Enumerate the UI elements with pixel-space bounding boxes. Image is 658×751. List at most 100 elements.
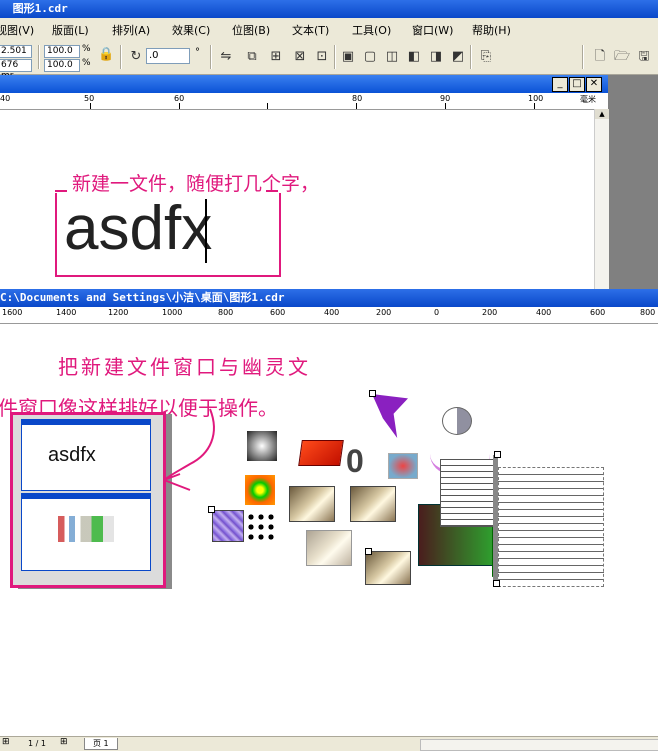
sample-text[interactable]: asdfx <box>64 191 212 267</box>
menu-arrange[interactable]: 排列(A) <box>112 22 150 38</box>
menu-effects[interactable]: 效果(C) <box>172 22 210 38</box>
thumbnail-frame: asdfx <box>10 412 166 588</box>
annotation-arrow <box>163 408 215 491</box>
selection-handle[interactable] <box>493 580 500 587</box>
front-minus-back-icon[interactable]: ◨ <box>428 49 444 65</box>
ruler-label: 600 <box>590 308 606 317</box>
menu-help[interactable]: 帮助(H) <box>472 22 511 38</box>
separator <box>582 45 584 69</box>
pink-bracket-top-right <box>266 190 278 192</box>
scale-x-field[interactable]: 100.0 <box>44 45 80 58</box>
thumb-window-1: asdfx <box>21 419 151 491</box>
close-button[interactable]: ✕ <box>586 77 602 92</box>
menu-tools[interactable]: 工具(O) <box>352 22 391 38</box>
radial-green-square[interactable] <box>245 475 275 505</box>
save-document-icon[interactable]: 🖫 <box>636 49 652 65</box>
simplify-icon[interactable]: ◧ <box>406 49 422 65</box>
app-title-bar: 图形1.cdr <box>0 0 658 18</box>
separator <box>38 45 40 69</box>
photo-4[interactable] <box>365 551 411 585</box>
weld-icon[interactable]: ▣ <box>340 49 356 65</box>
percent-label-2: % <box>82 58 91 68</box>
ungroup-icon[interactable]: ⊠ <box>292 49 308 65</box>
minimize-button[interactable]: _ <box>552 77 568 92</box>
percent-label: % <box>82 44 91 54</box>
ruler-tick <box>90 103 91 109</box>
app-title: 图形1.cdr <box>12 2 68 15</box>
object-height-field[interactable]: 676 mr <box>0 59 32 81</box>
convert-to-curves-icon[interactable]: ⎘ <box>478 49 494 65</box>
purple-arrow-shape[interactable] <box>372 394 408 438</box>
intersect-icon[interactable]: ◫ <box>384 49 400 65</box>
ruler-label: 0 <box>434 308 440 317</box>
zero-shape[interactable]: 0 <box>346 445 364 477</box>
menu-window[interactable]: 窗口(W) <box>412 22 453 38</box>
purple-texture-square[interactable] <box>212 510 244 542</box>
vertical-scrollbar[interactable]: ▲ <box>594 109 609 289</box>
photo-2[interactable] <box>350 486 396 522</box>
page-navigator-bar: ⊞ 1 / 1 ⊞ 页 1 <box>0 736 658 751</box>
selection-handle[interactable] <box>369 390 376 397</box>
selection-handle[interactable] <box>494 451 501 458</box>
menu-view[interactable]: 视图(V) <box>0 22 34 38</box>
thumb-window-2 <box>21 493 151 571</box>
horizontal-ruler[interactable]: 40 50 60 80 90 100 毫米 <box>0 93 608 110</box>
menu-bitmaps[interactable]: 位图(B) <box>232 22 270 38</box>
red-3d-box[interactable] <box>298 440 344 466</box>
ruler-label: 100 <box>528 94 544 103</box>
ungroup-all-icon[interactable]: ⊡ <box>314 49 330 65</box>
trim-icon[interactable]: ▢ <box>362 49 378 65</box>
menu-text[interactable]: 文本(T) <box>292 22 329 38</box>
ruler-label: 600 <box>270 308 286 317</box>
first-page-button[interactable]: ⊞ <box>2 737 10 747</box>
object-width-field[interactable]: 2.501 n <box>0 45 32 67</box>
horizontal-scrollbar[interactable] <box>420 739 658 751</box>
document-window-ghost: C:\Documents and Settings\小洁\桌面\图形1.cdr … <box>0 289 658 736</box>
photo-1[interactable] <box>289 486 335 522</box>
open-document-icon[interactable]: 🗁 <box>614 49 630 65</box>
scroll-up-arrow[interactable]: ▲ <box>595 109 609 119</box>
lined-document[interactable] <box>440 459 498 527</box>
gradient-square[interactable] <box>247 431 277 461</box>
page-tab-1[interactable]: 页 1 <box>84 738 118 750</box>
document-window-new: _ □ ✕ 40 50 60 80 90 100 毫米 ▲ 新建一文件，随便打几… <box>0 75 609 289</box>
photo-3[interactable] <box>306 530 352 566</box>
horizontal-ruler-2[interactable]: 1600 1400 1200 1000 800 600 400 200 0 20… <box>0 307 658 324</box>
menu-layout[interactable]: 版面(L) <box>52 22 89 38</box>
ruler-label: 90 <box>440 94 451 103</box>
ruler-label: 800 <box>218 308 234 317</box>
maximize-button[interactable]: □ <box>569 77 585 92</box>
combine-icon[interactable]: ⧉ <box>244 49 260 65</box>
group-icon[interactable]: ⊞ <box>268 49 284 65</box>
window1-title-bar <box>0 75 608 93</box>
scale-y-field[interactable]: 100.0 <box>44 59 80 72</box>
ruler-label: 400 <box>536 308 552 317</box>
thumb-sample-text: asdfx <box>48 444 96 466</box>
new-document-icon[interactable]: 🗋 <box>592 49 608 65</box>
rotation-angle-field[interactable]: .0 <box>146 48 190 64</box>
ruler-label: 800 <box>640 308 656 317</box>
ruler-tick <box>179 103 180 109</box>
blue-blur-square[interactable] <box>388 453 418 479</box>
page-spine <box>493 455 498 585</box>
selection-handle[interactable] <box>208 506 215 513</box>
ruler-unit: 毫米 <box>580 95 596 104</box>
dot-pattern-square[interactable] <box>246 512 276 542</box>
ruler-label: 200 <box>376 308 392 317</box>
annotation-arrange-line1: 把新建文件窗口与幽灵文 <box>58 355 311 379</box>
half-circle[interactable] <box>442 407 472 435</box>
lined-document-2[interactable] <box>498 467 604 587</box>
mirror-icon[interactable]: ⇋ <box>218 49 234 65</box>
text-cursor <box>205 199 207 263</box>
ruler-tick <box>445 103 446 109</box>
back-minus-front-icon[interactable]: ◩ <box>450 49 466 65</box>
ruler-label: 400 <box>324 308 340 317</box>
ruler-tick <box>534 103 535 109</box>
selection-handle[interactable] <box>365 548 372 555</box>
window2-title-bar: C:\Documents and Settings\小洁\桌面\图形1.cdr <box>0 289 658 307</box>
lock-ratio-icon[interactable]: 🔒 <box>98 47 114 63</box>
ruler-label: 1400 <box>56 308 77 317</box>
next-page-button[interactable]: ⊞ <box>60 737 68 747</box>
ruler-label: 50 <box>84 94 95 103</box>
ruler-label: 1600 <box>2 308 23 317</box>
